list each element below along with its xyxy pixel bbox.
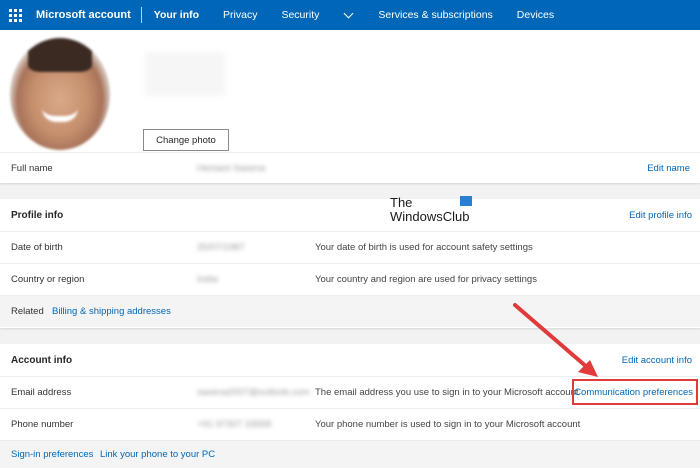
email-label: Email address <box>11 387 72 398</box>
phone-value: +91 97307 33558 <box>197 419 272 430</box>
related-label: Related <box>11 306 44 317</box>
email-description: The email address you use to sign in to … <box>315 387 579 398</box>
nav-security[interactable]: Security <box>269 0 331 30</box>
date-of-birth-row: Date of birth 25/07/1987 Your date of bi… <box>0 231 700 263</box>
change-photo-button[interactable]: Change photo <box>143 129 229 151</box>
account-info-header: Account info Edit account info <box>0 344 700 376</box>
full-name-value: Hemant Saxena <box>197 163 266 174</box>
chevron-down-icon <box>343 8 354 18</box>
brand-title[interactable]: Microsoft account <box>30 0 141 30</box>
billing-shipping-link[interactable]: Billing & shipping addresses <box>52 306 171 317</box>
dob-value: 25/07/1987 <box>197 242 245 253</box>
watermark-text: The WindowsClub <box>390 195 470 224</box>
annotation-highlight-box <box>572 379 698 405</box>
phone-description: Your phone number is used to sign in to … <box>315 419 581 430</box>
country-label: Country or region <box>11 274 85 285</box>
profile-info-card: Profile info Edit profile info Date of b… <box>0 199 700 328</box>
full-name-row: Full name Hemant Saxena Edit name <box>0 152 700 184</box>
country-region-row: Country or region India Your country and… <box>0 263 700 295</box>
email-value: saxena2007@outlook.com <box>197 387 310 398</box>
sign-in-preferences-link[interactable]: Sign-in preferences <box>11 449 93 460</box>
profile-avatar <box>10 38 110 150</box>
account-links-row: Sign-in preferences Link your phone to y… <box>0 440 700 468</box>
dob-description: Your date of birth is used for account s… <box>315 242 533 253</box>
link-phone-to-pc-link[interactable]: Link your phone to your PC <box>100 449 215 460</box>
dob-label: Date of birth <box>11 242 63 253</box>
country-description: Your country and region are used for pri… <box>315 274 537 285</box>
full-name-label: Full name <box>11 163 53 174</box>
nav-more-chevron[interactable] <box>331 0 366 30</box>
nav-devices[interactable]: Devices <box>505 0 566 30</box>
watermark-logo-icon <box>460 196 472 206</box>
phone-number-row: Phone number +91 97307 33558 Your phone … <box>0 408 700 440</box>
account-info-title: Account info <box>11 354 73 366</box>
nav-services-subscriptions[interactable]: Services & subscriptions <box>366 0 504 30</box>
country-value: India <box>197 274 218 285</box>
phone-label: Phone number <box>11 419 74 430</box>
account-info-card: Account info Edit account info Email add… <box>0 344 700 469</box>
profile-photo-card: Change photo Full name Hemant Saxena Edi… <box>0 30 700 183</box>
app-launcher-icon[interactable] <box>0 0 30 30</box>
nav-privacy[interactable]: Privacy <box>211 0 269 30</box>
edit-name-link[interactable]: Edit name <box>647 163 690 174</box>
edit-account-info-link[interactable]: Edit account info <box>622 355 692 366</box>
profile-info-header: Profile info Edit profile info <box>0 199 700 231</box>
related-row: Related Billing & shipping addresses <box>0 295 700 327</box>
edit-profile-info-link[interactable]: Edit profile info <box>629 210 692 221</box>
top-nav-bar: Microsoft account Your info Privacy Secu… <box>0 0 700 30</box>
name-placeholder-blurred <box>145 52 225 96</box>
profile-info-title: Profile info <box>11 209 64 221</box>
nav-your-info[interactable]: Your info <box>142 0 211 30</box>
